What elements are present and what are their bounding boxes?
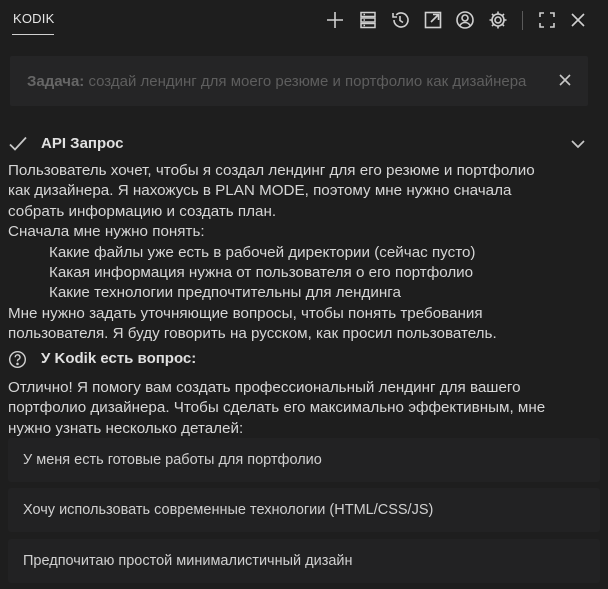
task-close-icon[interactable]: [557, 72, 573, 88]
task-label: Задача:: [27, 73, 85, 90]
api-request-title: API Запрос: [41, 135, 124, 152]
question-text: Отлично! Я помогу вам создать профессион…: [8, 378, 604, 439]
list-item: Какая информация нужна от пользователя о…: [49, 264, 474, 282]
question-icon: [8, 350, 27, 369]
gear-icon[interactable]: [487, 9, 509, 31]
external-link-icon[interactable]: [422, 9, 444, 31]
tab-active-indicator: [12, 34, 54, 35]
answer-line: нужно узнать несколько деталей:: [8, 419, 244, 437]
plus-icon[interactable]: [324, 9, 346, 31]
database-icon[interactable]: [357, 9, 379, 31]
top-bar: KODIK: [0, 0, 608, 40]
option-minimal-design[interactable]: Предпочитаю простой минималистичный диза…: [8, 539, 600, 583]
body-line: пользователя. Я буду говорить на русском…: [8, 325, 497, 343]
option-modern-tech[interactable]: Хочу использовать современные технологии…: [8, 488, 600, 532]
fullscreen-icon[interactable]: [536, 9, 558, 31]
question-header: У Kodik есть вопрос:: [0, 348, 608, 370]
toolbar-divider: [522, 11, 523, 30]
chevron-down-icon[interactable]: [569, 136, 587, 152]
list-item: Какие файлы уже есть в рабочей директори…: [49, 243, 476, 261]
task-banner: Задача: создай лендинг для моего резюме …: [10, 56, 588, 106]
check-icon: [8, 135, 28, 153]
history-icon[interactable]: [389, 9, 411, 31]
question-title: У Kodik есть вопрос:: [41, 350, 197, 367]
close-icon[interactable]: [567, 9, 589, 31]
account-icon[interactable]: [454, 9, 476, 31]
task-text: Задача: создай лендинг для моего резюме …: [27, 73, 542, 90]
body-line: Пользователь хочет, чтобы я создал ленди…: [8, 162, 535, 179]
answer-line: портфолио дизайнера. Чтобы сделать его м…: [8, 399, 546, 417]
api-request-header[interactable]: API Запрос: [0, 133, 608, 155]
api-request-body: Пользователь хочет, чтобы я создал ленди…: [8, 161, 604, 345]
body-line: Мне нужно задать уточняющие вопросы, что…: [8, 304, 483, 322]
list-item: Какие технологии предпочтительны для лен…: [49, 284, 401, 302]
answer-line: Отлично! Я помогу вам создать профессион…: [8, 379, 521, 396]
body-line: Сначала мне нужно понять:: [8, 223, 205, 241]
body-line: собрать информацию и создать план.: [8, 202, 277, 220]
task-description: создай лендинг для моего резюме и портфо…: [88, 73, 527, 90]
tab-kodik[interactable]: KODIK: [13, 11, 54, 26]
body-line: как дизайнера. Я нахожусь в PLAN MODE, п…: [8, 182, 512, 200]
option-portfolio-ready[interactable]: У меня есть готовые работы для портфолио: [8, 438, 600, 482]
